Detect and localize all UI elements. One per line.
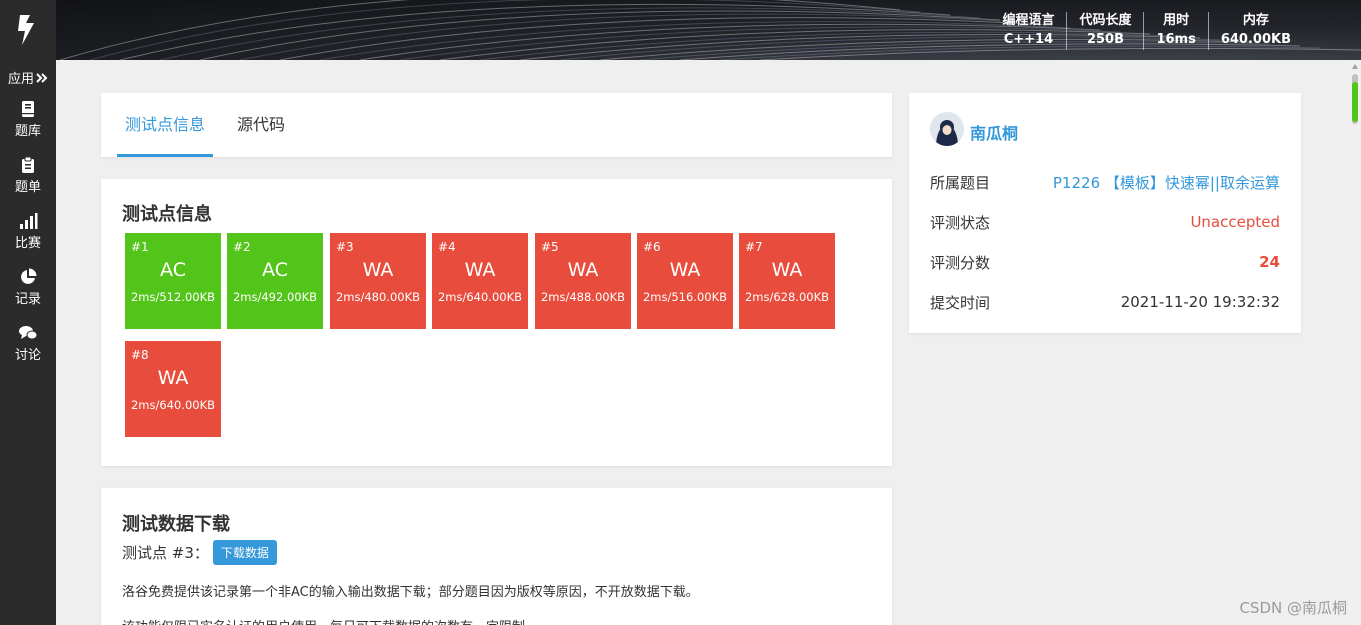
username-link[interactable]: 南瓜桐 xyxy=(970,120,1018,144)
test-case[interactable]: #5 WA 2ms/488.00KB xyxy=(535,233,631,329)
record-info-card: 南瓜桐 所属题目 P1226 【模板】快速幂||取余运算 评测状态 Unacce… xyxy=(909,93,1301,333)
case-result: 2ms/640.00KB xyxy=(130,398,216,412)
info-row-submit-time: 提交时间 2021-11-20 19:32:32 xyxy=(930,290,1280,314)
case-status: WA xyxy=(771,259,803,281)
apps-toggle[interactable]: 应用 xyxy=(0,68,56,87)
case-result: 2ms/628.00KB xyxy=(744,290,830,304)
scroll-up-arrow-icon[interactable] xyxy=(1352,64,1358,69)
stat-code-length: 代码长度 250B xyxy=(1066,12,1143,50)
stat-language: 编程语言 C++14 xyxy=(990,12,1066,50)
stat-value: C++14 xyxy=(1003,32,1054,47)
download-note: 洛谷免费提供该记录第一个非AC的输入输出数据下载；部分题目因为版权等原因，不开放… xyxy=(122,585,699,600)
logo-icon xyxy=(18,15,34,45)
tabs-card: 测试点信息 源代码 xyxy=(101,93,892,157)
test-case[interactable]: #1 AC 2ms/512.00KB xyxy=(125,233,221,329)
stat-label: 内存 xyxy=(1242,13,1269,28)
info-key: 评测分数 xyxy=(930,253,991,272)
case-status: WA xyxy=(157,367,189,389)
test-case[interactable]: #2 AC 2ms/492.00KB xyxy=(227,233,323,329)
case-result: 2ms/516.00KB xyxy=(642,290,728,304)
tab-test-info[interactable]: 测试点信息 xyxy=(116,93,214,157)
info-row-status: 评测状态 Unaccepted xyxy=(930,210,1280,234)
scroll-progress-indicator xyxy=(1352,82,1358,122)
judge-status: Unaccepted xyxy=(1190,213,1280,231)
info-key: 所属题目 xyxy=(930,173,991,192)
sidebar-item-discuss[interactable]: 讨论 xyxy=(0,324,56,363)
watermark: CSDN @南瓜桐 xyxy=(1239,599,1347,617)
luogu-logo[interactable] xyxy=(0,0,56,60)
case-result: 2ms/640.00KB xyxy=(437,290,523,304)
info-key: 提交时间 xyxy=(930,293,991,312)
tab-source-code[interactable]: 源代码 xyxy=(237,93,285,157)
stat-label: 编程语言 xyxy=(1002,13,1055,28)
download-note-2: 该功能仅限已实名认证的用户使用，每日可下载数据的次数有一定限制。 xyxy=(122,616,538,625)
stat-value: 640.00KB xyxy=(1220,32,1291,47)
test-case[interactable]: #8 WA 2ms/640.00KB xyxy=(125,341,221,437)
stat-time: 用时 16ms xyxy=(1143,12,1207,50)
sidebar-item-label: 题单 xyxy=(14,180,41,195)
sidebar-item-label: 讨论 xyxy=(14,348,41,363)
case-number: #6 xyxy=(643,240,661,254)
case-number: #3 xyxy=(336,240,354,254)
case-number: #8 xyxy=(131,348,149,362)
case-result: 2ms/512.00KB xyxy=(130,290,216,304)
section-title: 测试点信息 xyxy=(122,204,212,225)
double-chevron-right-icon xyxy=(36,72,48,83)
case-result: 2ms/492.00KB xyxy=(232,290,318,304)
stat-value: 250B xyxy=(1086,32,1124,47)
submission-stats: 编程语言 C++14 代码长度 250B 用时 16ms 内存 640.00KB xyxy=(990,12,1303,50)
info-key: 评测状态 xyxy=(930,213,991,232)
apps-label: 应用 xyxy=(7,72,34,87)
test-case[interactable]: #6 WA 2ms/516.00KB xyxy=(637,233,733,329)
sidebar-item-contests[interactable]: 比赛 xyxy=(0,212,56,251)
case-status: WA xyxy=(669,259,701,281)
case-number: #5 xyxy=(541,240,559,254)
download-line: 测试点 #3： 下载数据 xyxy=(122,540,277,565)
case-result: 2ms/480.00KB xyxy=(335,290,421,304)
case-status: AC xyxy=(262,259,288,281)
judge-score: 24 xyxy=(1259,253,1280,271)
stat-label: 用时 xyxy=(1163,13,1190,28)
submit-time: 2021-11-20 19:32:32 xyxy=(1120,293,1280,311)
sidebar-item-problems[interactable]: 题库 xyxy=(0,100,56,139)
stat-label: 代码长度 xyxy=(1079,13,1132,28)
case-number: #1 xyxy=(131,240,149,254)
sidebar-item-records[interactable]: 记录 xyxy=(0,268,56,307)
download-case-label: 测试点 #3： xyxy=(122,544,209,562)
case-number: #4 xyxy=(438,240,456,254)
book-icon xyxy=(22,101,34,117)
stat-memory: 内存 640.00KB xyxy=(1207,12,1303,50)
info-row-score: 评测分数 24 xyxy=(930,250,1280,274)
test-case[interactable]: #3 WA 2ms/480.00KB xyxy=(330,233,426,329)
case-number: #7 xyxy=(745,240,763,254)
case-status: WA xyxy=(362,259,394,281)
stat-value: 16ms xyxy=(1156,32,1196,47)
case-status: WA xyxy=(567,259,599,281)
download-data-button[interactable]: 下载数据 xyxy=(212,540,277,565)
case-result: 2ms/488.00KB xyxy=(540,290,626,304)
clipboard-icon xyxy=(22,156,34,173)
sidebar-item-problem-lists[interactable]: 题单 xyxy=(0,156,56,195)
test-case[interactable]: #4 WA 2ms/640.00KB xyxy=(432,233,528,329)
case-status: WA xyxy=(464,259,496,281)
pie-chart-icon xyxy=(21,268,37,284)
left-sidebar: 应用 题库 题单 比赛 记录 讨论 xyxy=(0,60,56,625)
sidebar-item-label: 题库 xyxy=(14,124,41,139)
avatar[interactable] xyxy=(930,112,964,146)
bar-chart-icon xyxy=(20,213,38,229)
page-scrollbar[interactable] xyxy=(1349,60,1361,625)
top-header: 编程语言 C++14 代码长度 250B 用时 16ms 内存 640.00KB xyxy=(0,0,1361,60)
info-row-problem: 所属题目 P1226 【模板】快速幂||取余运算 xyxy=(930,170,1280,194)
download-card: 测试数据下载 测试点 #3： 下载数据 洛谷免费提供该记录第一个非AC的输入输出… xyxy=(101,488,892,625)
case-status: AC xyxy=(160,259,186,281)
sidebar-item-label: 记录 xyxy=(14,292,41,307)
section-title: 测试数据下载 xyxy=(122,514,230,535)
test-case[interactable]: #7 WA 2ms/628.00KB xyxy=(739,233,835,329)
test-info-card: 测试点信息 #1 AC 2ms/512.00KB #2 AC 2ms/492.0… xyxy=(101,179,892,466)
problem-link[interactable]: P1226 【模板】快速幂||取余运算 xyxy=(1053,172,1280,193)
case-number: #2 xyxy=(233,240,251,254)
chat-icon xyxy=(19,326,38,340)
sidebar-item-label: 比赛 xyxy=(14,236,41,251)
avatar-icon xyxy=(930,112,964,146)
